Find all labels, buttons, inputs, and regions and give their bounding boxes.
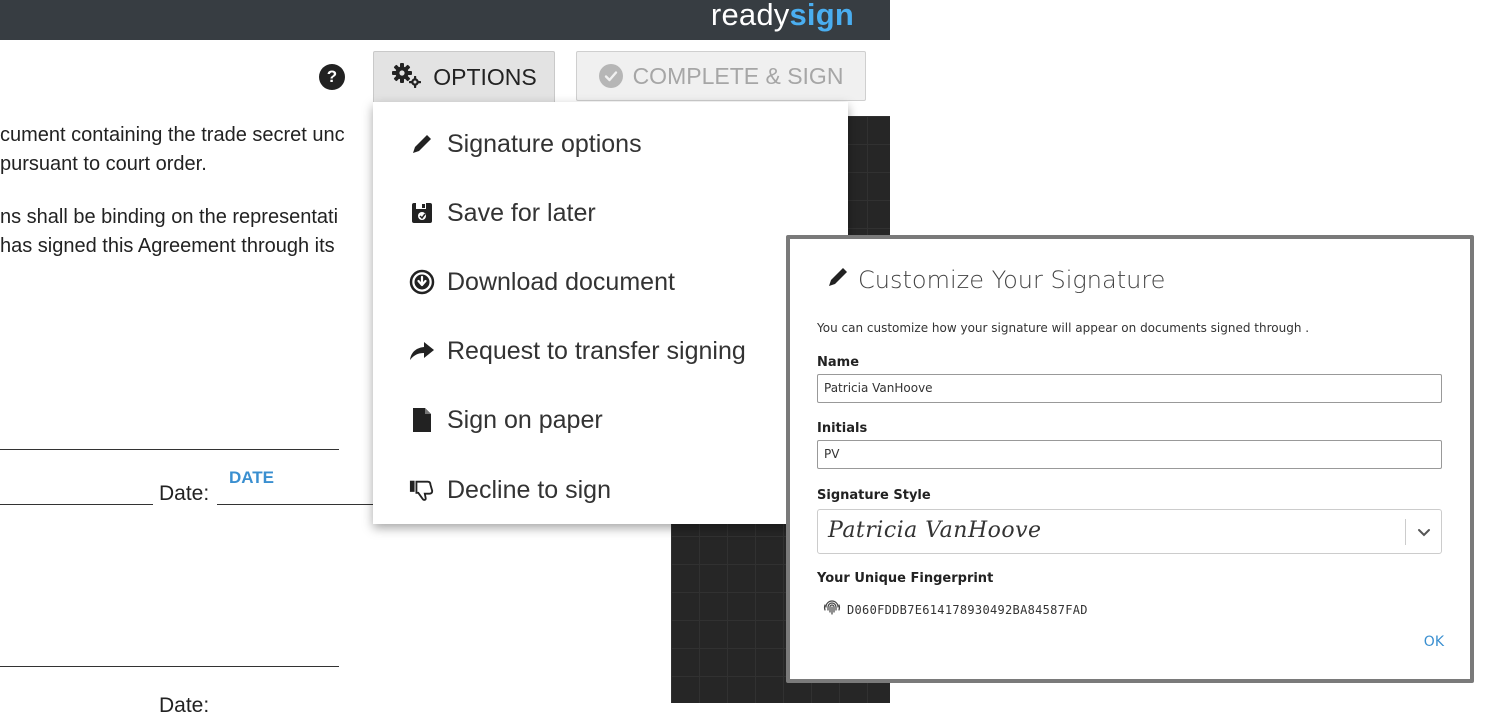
document-text-line: cument containing the trade secret unc [0, 124, 345, 146]
date-label: Date: [159, 482, 210, 505]
document-text-line: pursuant to court order. [0, 153, 207, 175]
complete-and-sign-label: COMPLETE & SIGN [632, 62, 844, 89]
name-input[interactable]: Patricia VanHoove [817, 374, 1442, 403]
initials-label: Initials [817, 421, 868, 436]
signature-style-select[interactable]: Patricia VanHoove [817, 509, 1442, 554]
date-line [217, 504, 377, 505]
pen-icon [409, 132, 435, 156]
customize-signature-dialog: Customize Your Signature You can customi… [786, 235, 1474, 683]
menu-item-label: Request to transfer signing [447, 336, 746, 365]
dialog-title-text: Customize Your Signature [858, 266, 1166, 294]
name-line [0, 504, 153, 505]
menu-item-label: Save for later [447, 198, 596, 227]
signature-style-value: Patricia VanHoove [828, 518, 1042, 543]
signature-line [0, 449, 339, 450]
menu-item-label: Sign on paper [447, 405, 603, 434]
menu-item-save-for-later[interactable]: Save for later [409, 193, 596, 233]
date-label-2: Date: [159, 694, 210, 717]
menu-item-signature-options[interactable]: Signature options [409, 124, 642, 164]
dialog-title: Customize Your Signature [826, 265, 1165, 295]
date-field[interactable]: DATE [229, 468, 274, 488]
share-arrow-icon [409, 340, 435, 362]
complete-and-sign-button[interactable]: COMPLETE & SIGN [576, 51, 866, 101]
chevron-down-icon[interactable] [1417, 522, 1431, 547]
menu-item-label: Decline to sign [447, 475, 611, 504]
menu-item-decline-to-sign[interactable]: Decline to sign [409, 470, 611, 510]
fingerprint-label: Your Unique Fingerprint [817, 571, 994, 586]
fingerprint-row: D060FDDB7E614178930492BA84587FAD [823, 598, 1088, 621]
initials-input[interactable]: PV [817, 440, 1442, 469]
menu-item-label: Download document [447, 267, 675, 296]
menu-item-download-document[interactable]: Download document [409, 262, 675, 302]
download-circle-icon [409, 269, 435, 295]
thumbs-down-icon [409, 478, 435, 502]
options-button-label: OPTIONS [433, 64, 537, 90]
select-divider [1405, 519, 1406, 545]
menu-item-sign-on-paper[interactable]: Sign on paper [409, 400, 603, 440]
document-text-line: has signed this Agreement through its [0, 235, 335, 257]
options-dropdown-menu: Signature options Save for later Downloa… [373, 102, 848, 524]
document-text-line: ns shall be binding on the representati [0, 206, 339, 228]
top-header-bar: readysign [0, 0, 890, 40]
gears-icon [391, 62, 423, 94]
save-icon [409, 201, 435, 225]
signature-line-2 [0, 666, 339, 667]
pen-icon [826, 265, 850, 295]
dialog-description: You can customize how your signature wil… [817, 321, 1310, 335]
logo-text-sign: sign [789, 0, 854, 32]
file-icon [409, 407, 435, 433]
check-circle-icon [598, 64, 623, 88]
menu-item-request-transfer[interactable]: Request to transfer signing [409, 331, 746, 371]
fingerprint-icon [823, 598, 841, 621]
fingerprint-value: D060FDDB7E614178930492BA84587FAD [847, 602, 1088, 617]
readysign-logo: readysign [711, 0, 854, 33]
ok-button[interactable]: OK [1424, 634, 1444, 650]
name-label: Name [817, 355, 860, 370]
signature-style-label: Signature Style [817, 488, 931, 503]
logo-text-ready: ready [710, 0, 790, 32]
question-circle-icon[interactable]: ? [319, 64, 345, 90]
menu-item-label: Signature options [447, 129, 642, 158]
options-button[interactable]: OPTIONS [373, 51, 555, 103]
